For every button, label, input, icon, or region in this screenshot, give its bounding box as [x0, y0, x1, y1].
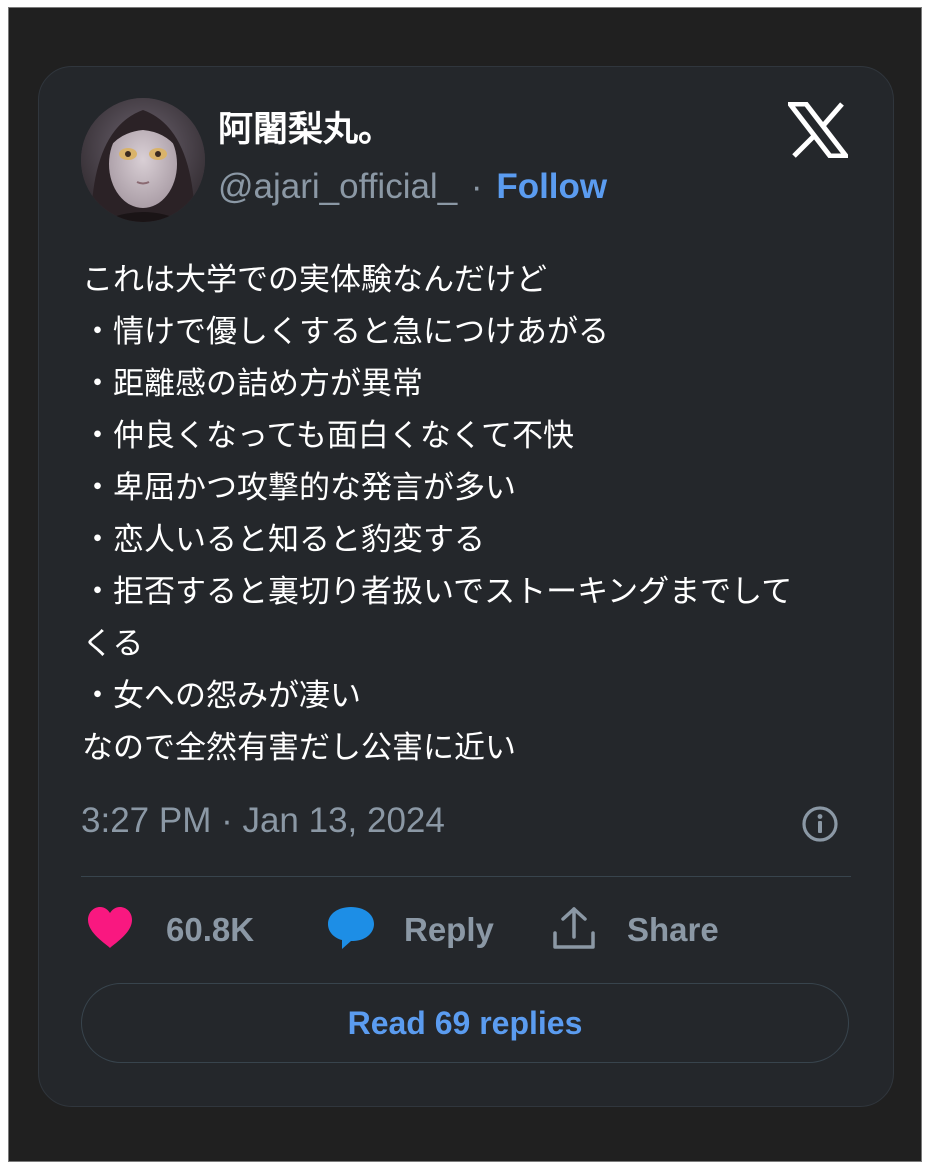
- x-logo-icon[interactable]: [784, 101, 852, 159]
- heart-icon: [86, 906, 134, 955]
- separator-dot: ·: [470, 167, 483, 206]
- follow-button[interactable]: Follow: [496, 167, 607, 206]
- tweet-line: ・情けで優しくすると急につけあがる: [82, 314, 609, 349]
- tweet-line: これは大学での実体験なんだけど: [82, 262, 547, 297]
- like-count: 60.8K: [166, 911, 255, 948]
- share-upload-icon: [551, 905, 597, 956]
- tweet-line: ・距離感の詰め方が異常: [82, 366, 423, 401]
- reply-label: Reply: [404, 911, 494, 948]
- user-handle[interactable]: @ajari_official_: [218, 167, 457, 206]
- tweet-line: なので全然有害だし公害に近い: [82, 730, 516, 765]
- avatar[interactable]: [81, 98, 205, 222]
- info-icon[interactable]: [801, 805, 839, 843]
- tweet-timestamp[interactable]: 3:27 PM · Jan 13, 2024: [81, 801, 445, 841]
- divider: [81, 876, 851, 877]
- tweet-line: ・恋人いると知ると豹変する: [82, 522, 485, 557]
- tweet-line: ・拒否すると裏切り者扱いでストーキングまでして: [82, 574, 793, 609]
- tweet-line: くる: [82, 626, 144, 661]
- share-button[interactable]: Share: [551, 905, 719, 955]
- tweet-text: これは大学での実体験なんだけど ・情けで優しくすると急につけあがる ・距離感の詰…: [82, 254, 852, 774]
- tweet-line: ・女への怨みが凄い: [82, 678, 361, 713]
- share-label: Share: [627, 911, 719, 948]
- tweet-line: ・仲良くなっても面白くなくて不快: [82, 418, 574, 453]
- reply-button[interactable]: Reply: [326, 905, 494, 955]
- like-button[interactable]: 60.8K: [86, 905, 254, 955]
- speech-bubble-icon: [326, 905, 376, 956]
- display-name[interactable]: 阿闍梨丸。: [218, 110, 393, 150]
- read-replies-button[interactable]: Read 69 replies: [81, 983, 849, 1063]
- handle-row: @ajari_official_ · Follow: [218, 167, 607, 207]
- tweet-line: ・卑屈かつ攻撃的な発言が多い: [82, 470, 516, 505]
